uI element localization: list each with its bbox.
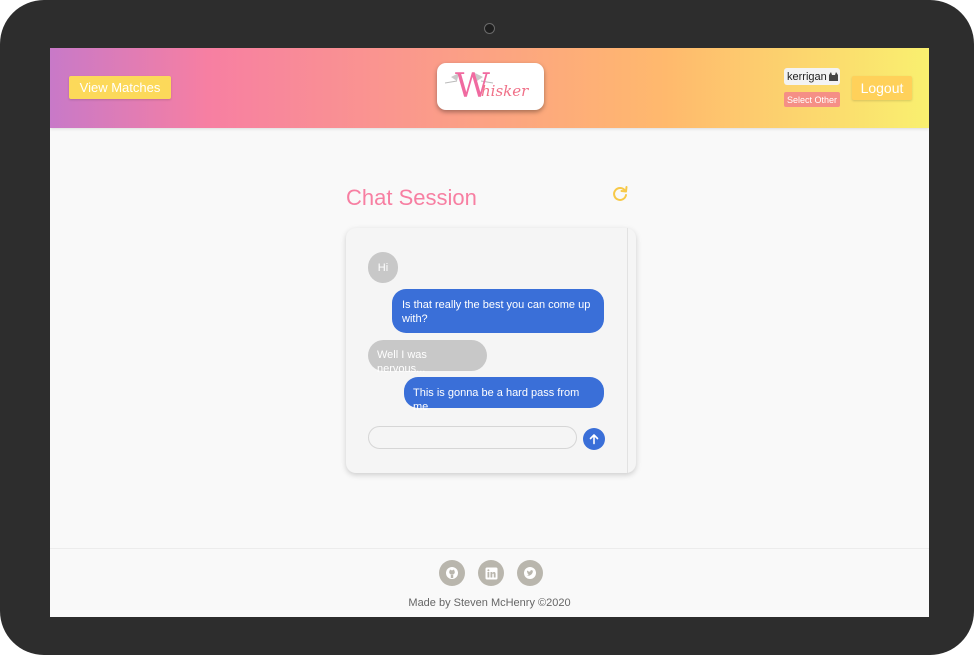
tablet-frame: View Matches W hisker kerrigan Select Ot… bbox=[0, 0, 974, 655]
app-screen: View Matches W hisker kerrigan Select Ot… bbox=[50, 48, 929, 617]
view-matches-button[interactable]: View Matches bbox=[69, 76, 171, 99]
message-bubble-received: Hi bbox=[368, 252, 398, 283]
send-button[interactable] bbox=[583, 428, 605, 450]
arrow-up-icon bbox=[589, 434, 599, 445]
message-bubble-sent: Is that really the best you can come up … bbox=[392, 289, 604, 333]
twitter-link[interactable] bbox=[517, 560, 543, 586]
chat-window: Hi Is that really the best you can come … bbox=[346, 228, 636, 473]
whisker-logo[interactable]: W hisker bbox=[437, 63, 544, 110]
page-title: Chat Session bbox=[346, 185, 477, 210]
linkedin-link[interactable] bbox=[478, 560, 504, 586]
logout-button[interactable]: Logout bbox=[852, 76, 912, 100]
message-bubble-sent: This is gonna be a hard pass from me bbox=[404, 377, 604, 413]
footer-divider bbox=[50, 548, 929, 549]
current-user-chip[interactable]: kerrigan bbox=[784, 68, 840, 85]
refresh-icon[interactable] bbox=[611, 185, 629, 203]
select-other-button[interactable]: Select Other bbox=[784, 92, 840, 107]
message-input[interactable] bbox=[368, 426, 577, 449]
chat-scrollbar[interactable] bbox=[627, 228, 628, 473]
github-icon bbox=[446, 567, 458, 579]
camera-icon bbox=[484, 23, 495, 34]
linkedin-icon bbox=[485, 567, 497, 579]
footer-credit: Made by Steven McHenry ©2020 bbox=[408, 597, 571, 609]
message-bubble-received: Well I was nervous... bbox=[368, 340, 487, 375]
logo-text: hisker bbox=[481, 82, 529, 100]
username-label: kerrigan bbox=[787, 70, 827, 83]
top-navbar: View Matches W hisker kerrigan Select Ot… bbox=[50, 48, 929, 128]
twitter-icon bbox=[524, 567, 536, 579]
cat-icon bbox=[828, 72, 838, 81]
github-link[interactable] bbox=[439, 560, 465, 586]
